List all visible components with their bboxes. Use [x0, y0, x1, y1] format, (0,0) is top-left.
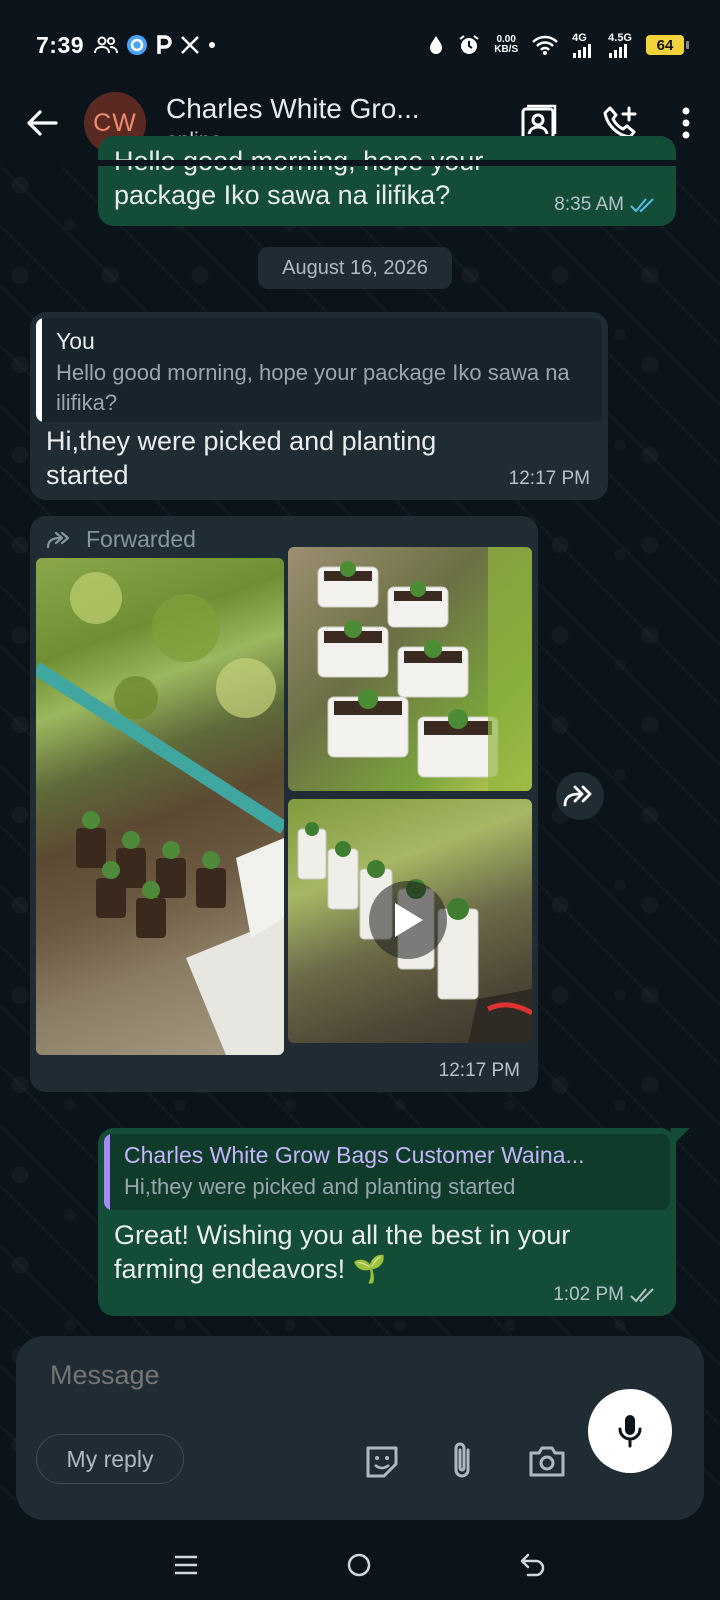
message-outgoing[interactable]: Charles White Grow Bags Customer Waina..…	[98, 1128, 676, 1316]
recents-menu-icon[interactable]	[174, 1553, 198, 1577]
home-icon[interactable]	[346, 1552, 372, 1578]
quote-text: Hi,they were picked and planting started	[124, 1174, 516, 1199]
quote-author: Charles White Grow Bags Customer Waina..…	[124, 1142, 585, 1168]
people-icon	[94, 36, 119, 54]
signal-1: 4G	[572, 31, 594, 58]
forward-arrow-icon	[46, 531, 70, 548]
double-check-icon	[630, 1288, 654, 1303]
signal-bars-icon	[573, 43, 592, 58]
message-text: Hi,they were picked and planting started	[46, 426, 437, 490]
message-time: 8:35 AM	[554, 194, 624, 215]
photo-thumbnail[interactable]	[288, 547, 532, 791]
net-speed-unit: KB/S	[494, 44, 519, 55]
quote-text: Hello good morning, hope your package Ik…	[56, 360, 570, 415]
circle-arrow-icon	[127, 35, 148, 55]
voice-record-button[interactable]	[588, 1389, 672, 1473]
sticker-icon[interactable]	[364, 1444, 400, 1480]
quoted-message[interactable]: Charles White Grow Bags Customer Waina..…	[104, 1134, 670, 1210]
system-navigation-bar	[0, 1530, 720, 1600]
quote-bar	[36, 318, 42, 422]
message-meta: 8:35 AM	[554, 194, 658, 216]
message-outgoing[interactable]: Hello good morning, hope your package Ik…	[98, 136, 676, 226]
p-icon	[157, 35, 172, 54]
wifi-icon	[532, 35, 559, 55]
alarm-icon	[459, 35, 479, 54]
contact-name: Charles White Gro...	[166, 93, 420, 124]
network-type-1: 4G	[572, 31, 587, 44]
message-meta: 1:02 PM	[553, 1284, 658, 1306]
signal-2: 4.5G	[608, 31, 632, 58]
message-incoming-media[interactable]: Forwarded 12:17 PM	[30, 516, 538, 1092]
x-icon	[181, 36, 199, 54]
date-separator: August 16, 2026	[258, 247, 452, 289]
data-saver-icon	[430, 36, 443, 54]
video-thumbnail[interactable]	[288, 799, 532, 1043]
message-time: 1:02 PM	[553, 1284, 624, 1305]
message-text: Hello good morning, hope your package Ik…	[114, 146, 483, 210]
suggestion-chip[interactable]: My reply	[36, 1434, 184, 1484]
double-check-read-icon	[630, 198, 654, 213]
camera-icon[interactable]	[528, 1444, 566, 1478]
message-text: Great! Wishing you all the best in your …	[114, 1220, 571, 1284]
quote-author: You	[56, 328, 95, 354]
quote-bar	[104, 1134, 110, 1210]
net-speed: 0.00 KB/S	[494, 35, 518, 55]
more-options-icon[interactable]	[682, 107, 690, 139]
arrow-left-icon	[27, 110, 58, 136]
signal-bars-icon	[609, 43, 628, 58]
header-shadow	[0, 160, 720, 166]
attach-icon[interactable]	[450, 1440, 476, 1480]
bubble-tail	[670, 1128, 690, 1144]
back-button[interactable]	[0, 109, 84, 137]
status-bar: 7:39 0.00 KB/S 4G 4.5G 64	[0, 0, 720, 90]
message-time: 12:17 PM	[438, 1060, 520, 1081]
grow-bags-photo-illustration	[317, 547, 532, 791]
dot-icon	[209, 42, 216, 48]
battery-indicator: 64	[646, 35, 689, 55]
garden-photo-illustration	[36, 572, 284, 1055]
quoted-message[interactable]: You Hello good morning, hope your packag…	[36, 318, 602, 422]
message-incoming[interactable]: You Hello good morning, hope your packag…	[30, 312, 608, 500]
microphone-icon	[618, 1415, 642, 1448]
network-type-2: 4.5G	[608, 31, 632, 44]
forwarded-label-row: Forwarded	[46, 526, 196, 553]
forward-button[interactable]	[556, 772, 604, 820]
play-button[interactable]	[369, 881, 447, 959]
status-time: 7:39	[36, 31, 85, 58]
forward-icon	[563, 785, 592, 807]
message-input[interactable]	[50, 1360, 570, 1391]
back-nav-icon[interactable]	[520, 1553, 546, 1577]
photo-thumbnail[interactable]	[36, 558, 284, 1055]
forwarded-label: Forwarded	[86, 526, 196, 552]
play-icon	[395, 903, 423, 937]
message-time: 12:17 PM	[508, 468, 590, 489]
